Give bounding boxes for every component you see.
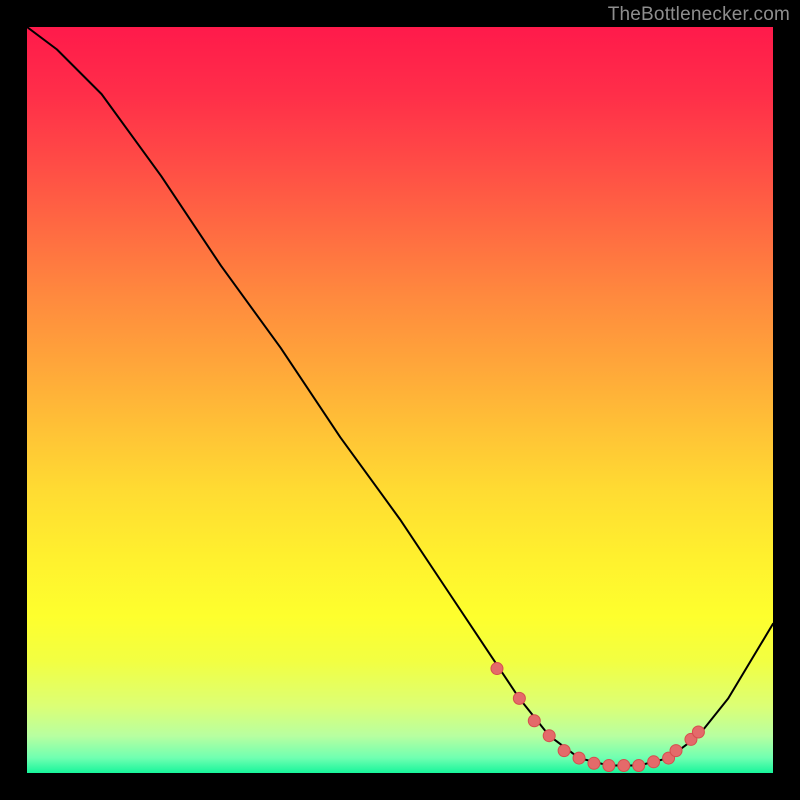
highlight-marker (558, 745, 570, 757)
curve-layer (27, 27, 773, 773)
highlight-marker (670, 745, 682, 757)
highlight-marker (618, 760, 630, 772)
highlight-marker (588, 757, 600, 769)
highlight-marker (648, 756, 660, 768)
highlight-marker (692, 726, 704, 738)
chart-stage: TheBottlenecker.com (0, 0, 800, 800)
highlight-marker (491, 663, 503, 675)
bottleneck-curve (27, 27, 773, 766)
highlight-marker (513, 692, 525, 704)
watermark-text: TheBottlenecker.com (608, 4, 790, 26)
highlight-marker (543, 730, 555, 742)
highlight-marker (573, 752, 585, 764)
highlight-marker (633, 760, 645, 772)
highlight-marker (528, 715, 540, 727)
highlight-marker (603, 760, 615, 772)
plot-area (27, 27, 773, 773)
